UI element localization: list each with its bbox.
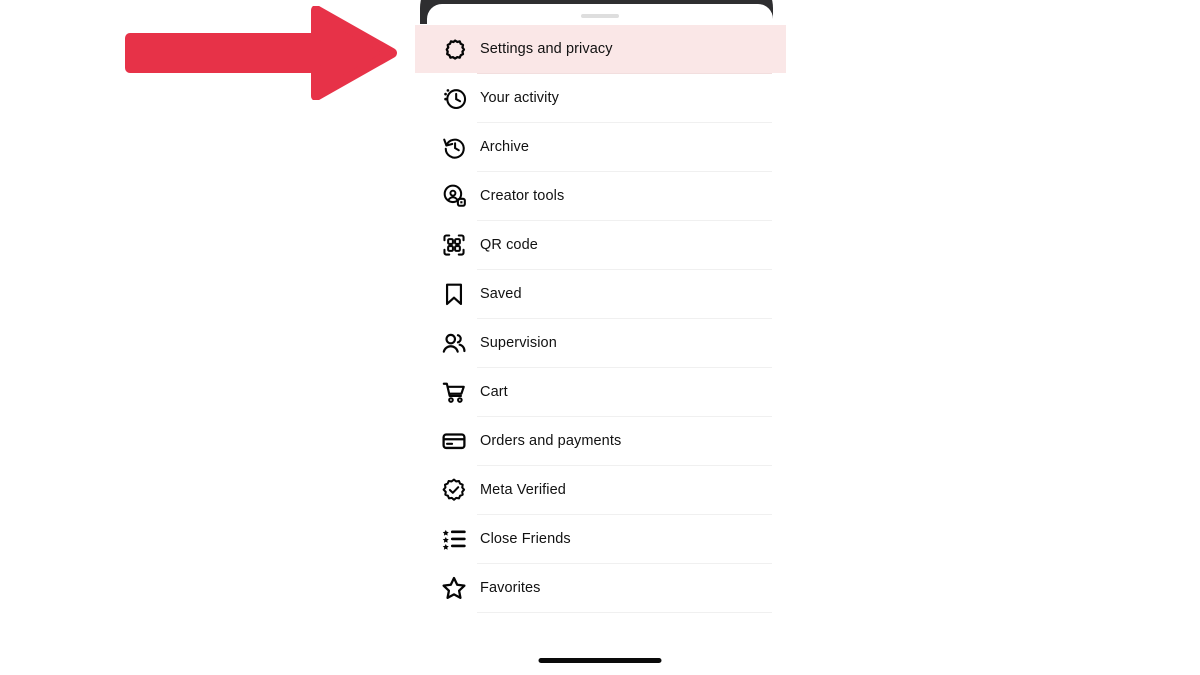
- menu-item-qr-code[interactable]: QR code: [415, 221, 786, 269]
- menu-item-your-activity[interactable]: Your activity: [415, 74, 786, 122]
- profile-menu-list: Settings and privacy Your activity Archive…: [415, 25, 786, 613]
- credit-card-icon: [433, 428, 475, 454]
- sheet-drag-handle[interactable]: [581, 14, 619, 18]
- star-list-icon: [433, 526, 475, 552]
- menu-item-archive[interactable]: Archive: [415, 123, 786, 171]
- menu-item-meta-verified[interactable]: Meta Verified: [415, 466, 786, 514]
- settings-sunburst-icon: [433, 36, 475, 62]
- archive-clock-rewind-icon: [433, 134, 475, 160]
- supervision-people-icon: [433, 330, 475, 356]
- red-pointer-arrow: [120, 5, 400, 101]
- menu-item-label: Meta Verified: [480, 481, 566, 498]
- qr-code-icon: [433, 232, 475, 258]
- menu-item-orders-and-payments[interactable]: Orders and payments: [415, 417, 786, 465]
- menu-item-label: Close Friends: [480, 530, 571, 547]
- menu-item-label: Archive: [480, 138, 530, 155]
- menu-item-label: QR code: [480, 236, 538, 253]
- menu-item-close-friends[interactable]: Close Friends: [415, 515, 786, 563]
- menu-item-creator-tools[interactable]: Creator tools: [415, 172, 786, 220]
- home-indicator[interactable]: [538, 658, 662, 663]
- star-outline-icon: [433, 575, 475, 601]
- menu-item-label: Favorites: [480, 579, 541, 596]
- menu-item-label: Creator tools: [480, 187, 565, 204]
- creator-tools-icon: [433, 183, 475, 209]
- menu-item-label: Settings and privacy: [480, 40, 613, 57]
- menu-item-label: Supervision: [480, 334, 557, 351]
- menu-item-favorites[interactable]: Favorites: [415, 564, 786, 612]
- menu-item-label: Saved: [480, 285, 522, 302]
- screenshot-stage: Settings and privacy Your activity Archive…: [0, 0, 1200, 675]
- menu-item-label: Orders and payments: [480, 432, 622, 449]
- menu-item-label: Your activity: [480, 89, 559, 106]
- verified-badge-icon: [433, 477, 475, 503]
- menu-item-label: Cart: [480, 383, 508, 400]
- menu-item-saved[interactable]: Saved: [415, 270, 786, 318]
- menu-item-supervision[interactable]: Supervision: [415, 319, 786, 367]
- activity-clock-icon: [433, 85, 475, 111]
- arrow-icon: [125, 5, 397, 101]
- menu-item-settings-and-privacy[interactable]: Settings and privacy: [415, 25, 786, 73]
- bookmark-icon: [433, 281, 475, 307]
- shopping-cart-icon: [433, 379, 475, 405]
- menu-item-cart[interactable]: Cart: [415, 368, 786, 416]
- menu-divider: [477, 612, 772, 613]
